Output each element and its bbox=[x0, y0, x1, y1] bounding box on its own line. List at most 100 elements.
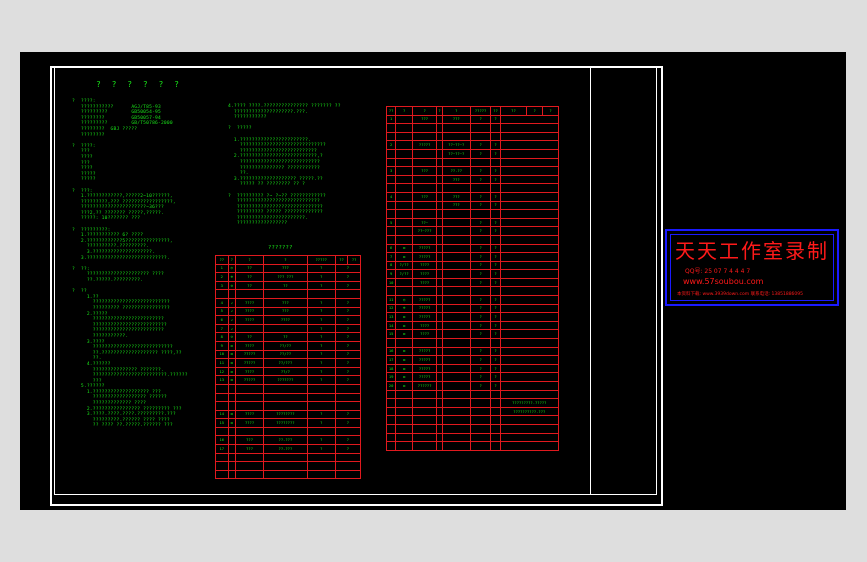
table-cell: ? bbox=[469, 148, 492, 159]
table-header-cell: ?? bbox=[215, 255, 229, 265]
table-cell: ? bbox=[334, 315, 362, 325]
table-cell bbox=[385, 183, 397, 193]
table-cell bbox=[441, 157, 471, 168]
table-row: 6 ▬??????? bbox=[385, 243, 560, 254]
table-cell: ? bbox=[469, 303, 492, 314]
watermark-url: www.57soubou.com bbox=[683, 277, 764, 286]
table-cell bbox=[263, 289, 308, 299]
table-cell: 14 bbox=[385, 320, 397, 331]
table-cell bbox=[499, 226, 560, 236]
table-cell bbox=[499, 286, 560, 297]
table-cell: ??? bbox=[235, 435, 265, 446]
table-cell bbox=[395, 174, 413, 185]
table-cell: ? bbox=[334, 332, 362, 342]
table-header-cell: ? bbox=[411, 106, 438, 116]
table-row: 3?????.???? bbox=[385, 166, 560, 176]
table-cell: ??? bbox=[441, 191, 471, 202]
table-cell bbox=[469, 406, 492, 417]
table-cell bbox=[499, 432, 560, 443]
table-cell: ? bbox=[306, 272, 336, 282]
table-cell: ↗ bbox=[227, 306, 237, 317]
table-cell: ▬ bbox=[227, 366, 237, 377]
table-row: 17 ▬??????? bbox=[385, 355, 560, 365]
table-cell bbox=[227, 444, 237, 454]
drawing-heading: ? ? ? ? ? ? bbox=[96, 80, 182, 89]
table-cell bbox=[441, 183, 471, 193]
table-row bbox=[385, 131, 560, 142]
table-cell bbox=[334, 392, 362, 403]
table-cell: ? bbox=[490, 303, 501, 314]
table-row bbox=[215, 461, 362, 471]
table-cell bbox=[215, 401, 229, 411]
table-cell bbox=[395, 398, 413, 408]
note-line: ?? ???? ??.?????.?????? ??? bbox=[72, 423, 173, 429]
table-cell bbox=[385, 441, 397, 451]
table-cell: ? bbox=[306, 323, 336, 334]
table-cell: ? bbox=[306, 375, 336, 385]
table-cell bbox=[385, 200, 397, 211]
watermark-qq: QQ号: 25 07 7 4 4 4 7 bbox=[685, 268, 751, 275]
table-cell: ? bbox=[469, 226, 492, 236]
table-cell: 2 bbox=[385, 140, 397, 150]
table-cell: ?/?? bbox=[395, 269, 413, 279]
table-cell bbox=[441, 123, 471, 133]
table-cell bbox=[235, 469, 265, 480]
table-cell bbox=[395, 157, 413, 168]
table-row: 13 ▬?????????????? bbox=[215, 375, 362, 385]
table-cell: 3 bbox=[215, 280, 229, 291]
table-cell bbox=[235, 401, 265, 411]
table-cell: ???? bbox=[411, 277, 438, 288]
table-cell bbox=[395, 441, 413, 451]
table-cell bbox=[499, 415, 560, 425]
table-cell: ?? bbox=[235, 272, 265, 282]
table-cell: ? bbox=[490, 312, 501, 322]
table-cell: 10 bbox=[385, 277, 397, 288]
table-cell: 11 bbox=[385, 295, 397, 305]
table-cell: ??? bbox=[411, 114, 438, 125]
table-cell: ??~??~? bbox=[441, 148, 471, 159]
table-cell bbox=[411, 234, 438, 245]
table-cell bbox=[441, 441, 471, 451]
table-row bbox=[385, 415, 560, 425]
table-cell bbox=[499, 209, 560, 219]
table-cell: ??.?? bbox=[441, 166, 471, 176]
table-row: 6 ↗?????????? bbox=[215, 315, 362, 325]
table-cell: ???????? bbox=[263, 418, 308, 428]
table-cell bbox=[411, 209, 438, 219]
table-cell bbox=[411, 174, 438, 185]
table-cell: 7 bbox=[385, 252, 397, 262]
table-cell bbox=[469, 183, 492, 193]
table-cell: ? bbox=[334, 297, 362, 308]
table-cell bbox=[499, 148, 560, 159]
table-cell: ? bbox=[334, 435, 362, 446]
table-cell: 20 bbox=[385, 381, 397, 391]
table-cell: ? bbox=[490, 174, 501, 185]
table-cell bbox=[499, 269, 560, 279]
table-cell: ? bbox=[469, 346, 492, 357]
table-cell bbox=[411, 398, 438, 408]
table-cell bbox=[490, 286, 501, 297]
table-cell bbox=[469, 338, 492, 348]
table-cell: ? bbox=[334, 418, 362, 428]
table-cell bbox=[411, 406, 438, 417]
table-cell bbox=[385, 226, 397, 236]
table-cell: ??? bbox=[441, 200, 471, 211]
table-header-cell: ? bbox=[395, 106, 413, 116]
table-row bbox=[385, 123, 560, 133]
table-cell bbox=[215, 426, 229, 437]
table-cell: ????? bbox=[411, 355, 438, 365]
table-cell: ? bbox=[306, 332, 336, 342]
table-cell: ????? bbox=[235, 349, 265, 360]
table-cell: ???? bbox=[235, 315, 265, 325]
table-row: 13 ▬??????? bbox=[385, 312, 560, 322]
table-cell: ? bbox=[469, 355, 492, 365]
table-cell: ???? bbox=[235, 306, 265, 317]
table-cell bbox=[441, 363, 471, 374]
table-cell bbox=[385, 209, 397, 219]
table-cell: ??? bbox=[411, 191, 438, 202]
table-cell bbox=[499, 260, 560, 271]
table-cell bbox=[499, 131, 560, 142]
table-cell bbox=[499, 372, 560, 382]
table-cell bbox=[227, 383, 237, 394]
table-cell bbox=[499, 157, 560, 168]
